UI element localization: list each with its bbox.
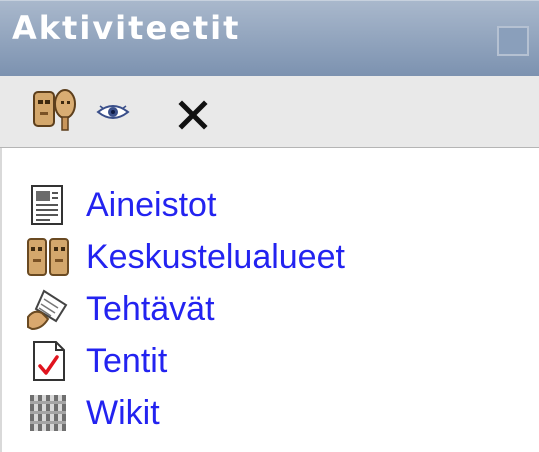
editing-toolbar — [0, 76, 539, 148]
block-content: Aineistot Keskustelualueet Tehtävät Tent… — [0, 148, 539, 452]
activity-link-label[interactable]: Tentit — [86, 342, 167, 381]
resource-document-icon — [31, 185, 63, 225]
wiki-icon — [30, 395, 66, 431]
activity-item-resources[interactable]: Aineistot — [26, 179, 345, 231]
activity-link-label[interactable]: Tehtävät — [86, 290, 215, 329]
block-title: Aktiviteetit — [12, 9, 241, 47]
collapse-toggle-button[interactable] — [497, 26, 529, 56]
quiz-checkmark-icon — [33, 341, 65, 381]
activity-item-quizzes[interactable]: Tentit — [26, 335, 345, 387]
activity-item-assignments[interactable]: Tehtävät — [26, 283, 345, 335]
block-header: Aktiviteetit — [0, 0, 539, 76]
activity-link-label[interactable]: Keskustelualueet — [86, 238, 345, 277]
assign-roles-icon[interactable] — [32, 86, 78, 132]
assignment-hand-icon — [27, 289, 68, 331]
activity-item-wikis[interactable]: Wikit — [26, 387, 345, 439]
eye-icon[interactable] — [96, 102, 130, 122]
activity-link-label[interactable]: Aineistot — [86, 186, 216, 225]
activities-block: Aktiviteetit Aineistot Keskustelualueet … — [0, 0, 539, 452]
forum-people-icon — [27, 238, 69, 276]
activity-item-forums[interactable]: Keskustelualueet — [26, 231, 345, 283]
activity-link-label[interactable]: Wikit — [86, 394, 160, 433]
activity-list: Aineistot Keskustelualueet Tehtävät Tent… — [26, 179, 345, 439]
close-icon[interactable] — [178, 100, 208, 130]
